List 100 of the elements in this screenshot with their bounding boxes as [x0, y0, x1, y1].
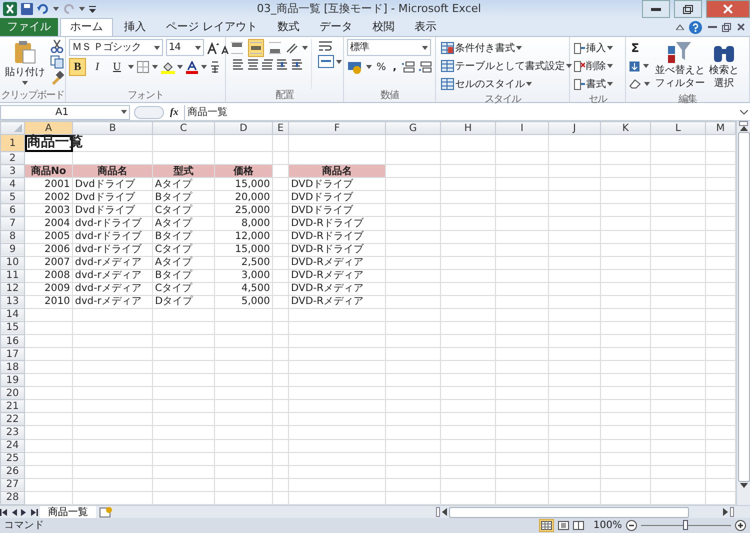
- merge-cells-icon[interactable]: [318, 55, 334, 68]
- conditional-formatting-button[interactable]: 条件付き書式: [439, 39, 574, 57]
- caret-icon[interactable]: [79, 7, 85, 11]
- underline-button[interactable]: U: [108, 58, 126, 76]
- increase-decimal-icon[interactable]: [401, 61, 416, 73]
- caret-icon[interactable]: [194, 46, 201, 50]
- caret-icon[interactable]: [177, 65, 184, 69]
- minimize-icon[interactable]: [708, 25, 716, 29]
- close-icon[interactable]: [736, 23, 744, 31]
- ribbon-tab[interactable]: 挿入: [115, 18, 155, 36]
- row-header[interactable]: 9: [0, 243, 24, 256]
- next-sheet-icon[interactable]: [20, 508, 28, 516]
- column-header[interactable]: D: [214, 122, 272, 135]
- caret-icon[interactable]: [644, 82, 650, 86]
- caret-icon[interactable]: [154, 46, 160, 50]
- split-handle-icon[interactable]: [436, 507, 440, 517]
- increase-indent-icon[interactable]: [290, 59, 303, 70]
- caret-icon[interactable]: [366, 65, 372, 69]
- comma-button[interactable]: ,: [390, 58, 399, 76]
- font-size-field[interactable]: 14: [166, 39, 204, 56]
- ribbon-tab[interactable]: ページ レイアウト: [157, 18, 266, 36]
- column-header[interactable]: I: [496, 122, 548, 135]
- row-header[interactable]: 12: [0, 282, 24, 296]
- zoom-out-icon[interactable]: [626, 520, 637, 531]
- prev-sheet-icon[interactable]: [10, 508, 18, 516]
- ribbon-tab[interactable]: ファイル: [0, 18, 58, 36]
- zoom-slider-thumb[interactable]: [683, 520, 688, 530]
- caret-icon[interactable]: [516, 46, 522, 50]
- caret-icon[interactable]: [526, 82, 532, 86]
- caret-icon[interactable]: [566, 64, 572, 68]
- caret-icon[interactable]: [422, 46, 428, 50]
- formula-input[interactable]: 商品一覧: [184, 104, 750, 120]
- align-left-icon[interactable]: [232, 59, 244, 70]
- column-header[interactable]: K: [600, 122, 650, 135]
- top-align-button[interactable]: [229, 39, 245, 57]
- scroll-left-icon[interactable]: [442, 508, 447, 516]
- restore-icon[interactable]: [722, 22, 731, 32]
- font-color-icon[interactable]: [186, 60, 198, 74]
- italic-button[interactable]: I: [88, 58, 106, 76]
- horizontal-scroll-thumb[interactable]: [449, 506, 689, 518]
- currency-icon[interactable]: [347, 60, 363, 74]
- copy-icon[interactable]: [50, 55, 66, 69]
- orientation-icon[interactable]: [285, 42, 300, 54]
- column-header[interactable]: J: [548, 122, 600, 135]
- row-header[interactable]: 21: [0, 400, 24, 413]
- grow-font-icon[interactable]: [206, 42, 218, 54]
- percent-button[interactable]: %: [374, 58, 388, 76]
- decrease-indent-icon[interactable]: [276, 59, 288, 70]
- split-handle-icon[interactable]: [730, 507, 734, 517]
- phonetic-icon[interactable]: [210, 61, 220, 73]
- number-format-field[interactable]: 標準: [347, 39, 431, 56]
- sort-filter-button[interactable]: 並べ替えと フィルター: [652, 39, 707, 87]
- caret-icon[interactable]: [607, 82, 613, 86]
- format-as-table-button[interactable]: テーブルとして書式設定: [439, 57, 574, 75]
- row-header[interactable]: 19: [0, 374, 24, 387]
- row-header[interactable]: 26: [0, 465, 24, 478]
- ribbon-tab[interactable]: ホーム: [60, 18, 113, 36]
- row-header[interactable]: 22: [0, 412, 24, 426]
- insert-function-button[interactable]: fx: [168, 103, 180, 121]
- row-header[interactable]: 28: [0, 491, 24, 504]
- first-sheet-icon[interactable]: [0, 508, 8, 516]
- bold-button[interactable]: B: [69, 58, 86, 76]
- sheet-tab[interactable]: 商品一覧: [40, 506, 96, 518]
- page-break-view-icon[interactable]: [572, 521, 584, 530]
- row-header[interactable]: 20: [0, 386, 24, 400]
- fill-color-icon[interactable]: [160, 60, 174, 74]
- row-header[interactable]: 3: [0, 164, 24, 178]
- ribbon-tab[interactable]: データ: [310, 18, 362, 36]
- close-button[interactable]: [706, 0, 750, 18]
- splitter-handle-icon[interactable]: [134, 106, 164, 118]
- restore-button[interactable]: [674, 0, 702, 18]
- scissors-icon[interactable]: [50, 39, 64, 53]
- font-name-field[interactable]: ＭＳ Ｐゴシック: [69, 39, 163, 56]
- vertical-scroll-thumb[interactable]: [738, 132, 750, 482]
- zoom-in-icon[interactable]: [735, 520, 746, 531]
- row-header[interactable]: 16: [0, 334, 24, 348]
- caret-icon[interactable]: [22, 81, 28, 85]
- caret-icon[interactable]: [152, 65, 158, 69]
- new-sheet-icon[interactable]: [98, 506, 114, 518]
- column-header[interactable]: C: [152, 122, 214, 135]
- undo-icon[interactable]: [37, 3, 49, 15]
- row-header[interactable]: 25: [0, 452, 24, 466]
- row-header[interactable]: 8: [0, 230, 24, 244]
- delete-button[interactable]: 削除: [573, 57, 614, 75]
- insert-button[interactable]: 挿入: [573, 39, 614, 57]
- normal-view-button[interactable]: [538, 519, 554, 532]
- column-header[interactable]: M: [706, 122, 736, 135]
- save-icon[interactable]: [21, 3, 33, 15]
- column-header[interactable]: L: [650, 122, 706, 135]
- decrease-decimal-icon[interactable]: [418, 61, 432, 73]
- find-select-button[interactable]: 検索と 選択: [706, 39, 741, 87]
- help-icon[interactable]: [689, 20, 702, 34]
- scroll-right-icon[interactable]: [723, 508, 728, 516]
- caret-icon[interactable]: [121, 110, 127, 114]
- split-handle-icon[interactable]: [739, 121, 748, 126]
- row-header[interactable]: 10: [0, 256, 24, 270]
- column-header[interactable]: E: [272, 122, 288, 135]
- name-box[interactable]: A1: [0, 104, 130, 120]
- bottom-align-button[interactable]: [266, 39, 282, 57]
- row-header[interactable]: 11: [0, 269, 24, 282]
